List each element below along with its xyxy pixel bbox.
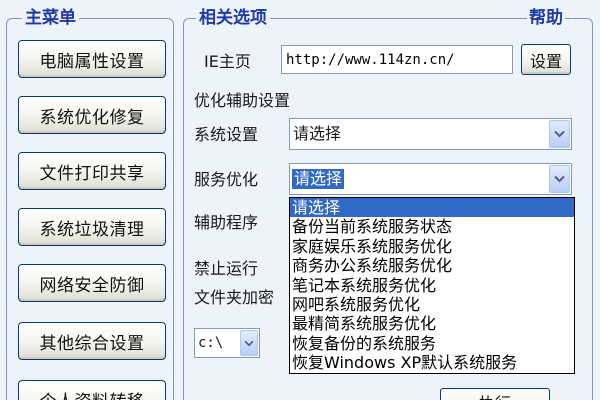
menu-button-other-settings[interactable]: 其他综合设置 (18, 322, 166, 360)
dropdown-option[interactable]: 网吧系统服务优化 (290, 295, 574, 314)
drive-select[interactable]: c:\ (194, 328, 260, 358)
help-link[interactable]: 帮助 (527, 8, 565, 28)
disable-run-label: 禁止运行 (194, 259, 259, 278)
chevron-down-icon[interactable] (549, 120, 570, 148)
ie-homepage-input[interactable] (281, 45, 513, 74)
service-optimize-label: 服务优化 (194, 170, 259, 189)
options-title: 相关选项 (196, 8, 270, 28)
dropdown-option[interactable]: 恢复备份的系统服务 (290, 334, 574, 353)
optimize-section-label: 优化辅助设置 (194, 91, 291, 110)
chevron-down-icon[interactable] (240, 330, 258, 356)
drive-select-value: c:\ (198, 335, 224, 351)
app-window: 主菜单 电脑属性设置 系统优化修复 文件打印共享 系统垃圾清理 网络安全防御 其… (0, 0, 600, 400)
menu-button-junk-cleanup[interactable]: 系统垃圾清理 (18, 208, 166, 246)
system-setting-value: 请选择 (293, 124, 342, 143)
dropdown-option[interactable]: 笔记本系统服务优化 (290, 276, 574, 295)
chevron-down-icon[interactable] (549, 165, 570, 193)
set-homepage-button[interactable]: 设置 (521, 44, 571, 75)
service-optimize-select[interactable]: 请选择 (289, 163, 572, 195)
dropdown-option[interactable]: 备份当前系统服务状态 (290, 217, 574, 236)
helper-program-label: 辅助程序 (194, 213, 259, 232)
service-optimize-dropdown: 请选择 备份当前系统服务状态 家庭娱乐系统服务优化 商务办公系统服务优化 笔记本… (289, 197, 575, 374)
main-menu-title: 主菜单 (22, 8, 79, 28)
service-optimize-value: 请选择 (292, 169, 345, 189)
dropdown-option[interactable]: 家庭娱乐系统服务优化 (290, 237, 574, 256)
dropdown-option[interactable]: 最精简系统服务优化 (290, 314, 574, 333)
menu-button-network-security[interactable]: 网络安全防御 (18, 264, 166, 302)
menu-button-file-print-share[interactable]: 文件打印共享 (18, 152, 166, 190)
dropdown-option[interactable]: 恢复Windows XP默认系统服务 (290, 353, 574, 372)
dropdown-option[interactable]: 商务办公系统服务优化 (290, 256, 574, 275)
system-setting-select[interactable]: 请选择 (289, 118, 572, 150)
dropdown-option[interactable]: 请选择 (290, 198, 574, 218)
ie-homepage-label: IE主页 (204, 52, 251, 71)
menu-button-pc-properties[interactable]: 电脑属性设置 (18, 40, 166, 78)
system-setting-label: 系统设置 (194, 125, 259, 144)
menu-button-profile-transfer[interactable]: 个人资料转移 (18, 380, 166, 400)
execute-button[interactable]: 执行 (440, 388, 550, 400)
folder-encrypt-label: 文件夹加密 (194, 288, 275, 307)
menu-button-system-optimize[interactable]: 系统优化修复 (18, 96, 166, 134)
